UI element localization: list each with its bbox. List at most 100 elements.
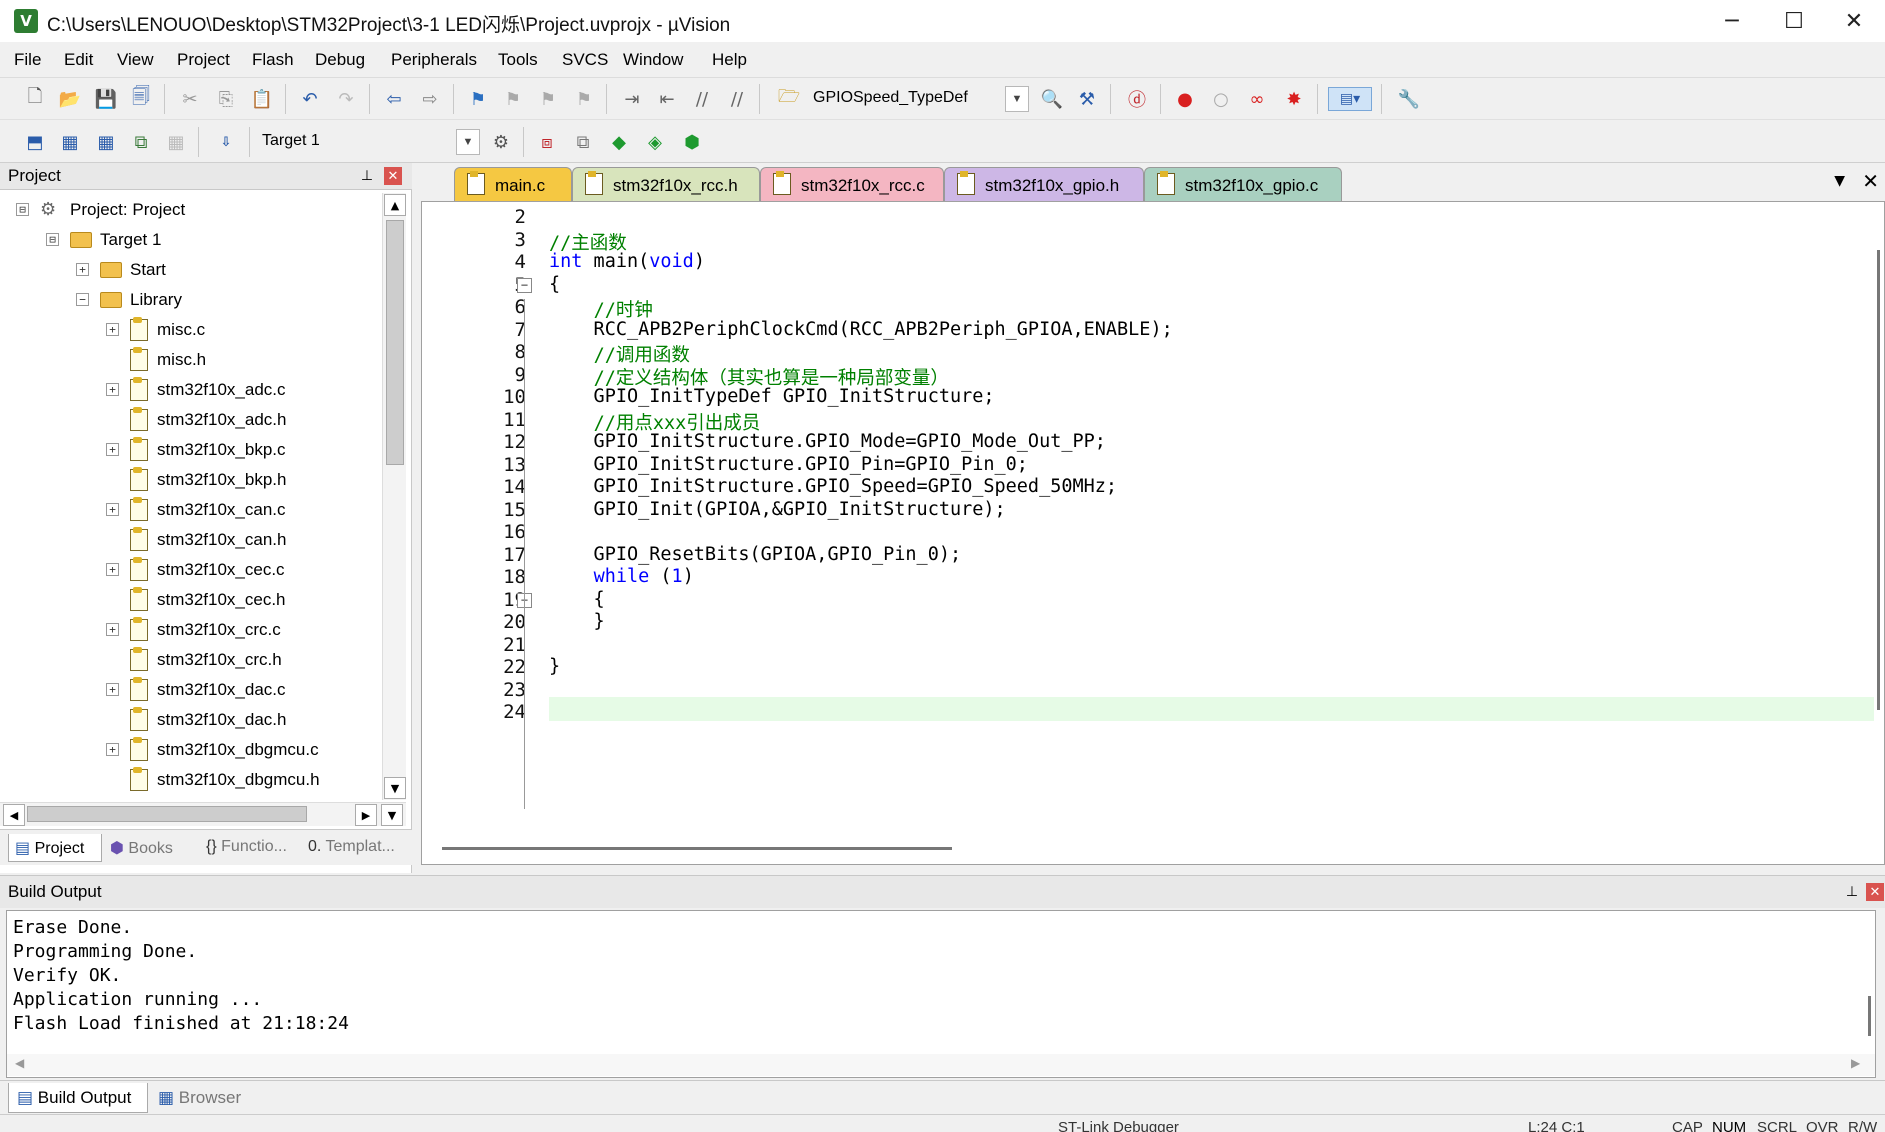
undo-icon[interactable]: ↶ [298, 87, 322, 111]
unindent-icon[interactable]: ⇤ [655, 87, 679, 111]
menu-project[interactable]: Project [177, 50, 230, 70]
expand-icon[interactable]: + [106, 563, 119, 576]
close-tab-icon[interactable]: ✕ [1862, 169, 1879, 193]
tab-stm32f10x-gpio-c[interactable]: stm32f10x_gpio.c [1144, 167, 1342, 201]
tree-item[interactable]: + stm32f10x_dac.c [106, 675, 286, 705]
pack-installer-icon[interactable]: ◈ [643, 130, 667, 154]
tree-item[interactable]: + stm32f10x_cec.c [106, 555, 285, 585]
select-packs-icon[interactable]: ⧉ [571, 130, 595, 154]
tab-stm32f10x-rcc-h[interactable]: stm32f10x_rcc.h [572, 167, 760, 201]
cut-icon[interactable]: ✂ [178, 87, 202, 111]
expand-icon[interactable]: + [106, 683, 119, 696]
window-layout-icon[interactable]: ▤▾ [1328, 87, 1372, 111]
tab-list-dropdown-icon[interactable]: ▼ [1834, 173, 1845, 189]
menu-peripherals[interactable]: Peripherals [391, 50, 477, 70]
disable-breakpoints-icon[interactable]: ∞ [1245, 87, 1269, 111]
menu-flash[interactable]: Flash [252, 50, 294, 70]
tab-main-c[interactable]: main.c [454, 167, 572, 201]
collapse-icon[interactable]: ⊟ [16, 203, 29, 216]
collapse-icon[interactable]: ⊟ [46, 233, 59, 246]
menu-window[interactable]: Window [623, 50, 683, 70]
scroll-thumb[interactable] [386, 220, 404, 465]
scroll-right-icon[interactable]: ▶ [1851, 1056, 1860, 1070]
pin-icon[interactable]: ⊥ [1843, 883, 1861, 901]
save-icon[interactable]: 💾 [94, 87, 118, 111]
find-combo-dropdown[interactable]: ▼ [1005, 86, 1029, 112]
tree-item[interactable]: + Start [76, 255, 166, 285]
target-combo-dropdown[interactable]: ▼ [456, 129, 480, 155]
rebuild-icon[interactable]: ▦ [94, 130, 118, 154]
scroll-down-icon[interactable]: ▼ [384, 777, 406, 799]
save-all-icon[interactable]: 🗐 [129, 86, 153, 111]
prev-bookmark-icon[interactable]: ⚑ [501, 87, 525, 111]
scroll-up-icon[interactable]: ▲ [384, 194, 406, 216]
find-icon[interactable]: 🔍 [1040, 87, 1064, 111]
navigate-forward-icon[interactable]: ⇨ [418, 87, 442, 111]
next-bookmark-icon[interactable]: ⚑ [536, 87, 560, 111]
tree-item[interactable]: stm32f10x_crc.h [130, 645, 282, 675]
download-load-icon[interactable]: ⇩ [214, 130, 238, 154]
menu-debug[interactable]: Debug [315, 50, 365, 70]
manage-runtime-icon[interactable]: ◆ [607, 130, 631, 154]
expand-icon[interactable]: + [106, 383, 119, 396]
menu-tools[interactable]: Tools [498, 50, 538, 70]
expand-icon[interactable]: + [76, 263, 89, 276]
tree-item[interactable]: stm32f10x_dbgmcu.h [130, 765, 320, 795]
tree-item[interactable]: − Library [76, 285, 182, 315]
target-options-icon[interactable]: ⚙ [489, 130, 513, 154]
tree-item[interactable]: + stm32f10x_dbgmcu.c [106, 735, 319, 765]
target-combo[interactable]: Target 1 [256, 129, 480, 155]
find-in-files-icon[interactable]: 🗁 [777, 86, 801, 111]
close-build-output-button[interactable]: ✕ [1866, 883, 1884, 901]
collapse-icon[interactable]: − [76, 293, 89, 306]
minimize-button[interactable]: ─ [1701, 0, 1763, 42]
scroll-left-icon[interactable]: ◀ [3, 804, 25, 826]
tree-item[interactable]: ⊟ ⚙ Project: Project [16, 195, 185, 225]
bookmark-icon[interactable]: ⚑ [466, 87, 490, 111]
tab-stm32f10x-gpio-h[interactable]: stm32f10x_gpio.h [944, 167, 1144, 201]
tree-item[interactable]: + misc.c [106, 315, 205, 345]
code-content[interactable]: //主函数 int main(void){ //时钟 RCC_APB2Periph… [549, 202, 1879, 827]
clear-bookmarks-icon[interactable]: ⚑ [572, 87, 596, 111]
configure-icon[interactable]: 🔧 [1397, 87, 1421, 111]
tab-browser[interactable]: ▦ Browser [150, 1083, 254, 1113]
tree-item[interactable]: stm32f10x_cec.h [130, 585, 286, 615]
menu-view[interactable]: View [117, 50, 154, 70]
redo-icon[interactable]: ↷ [334, 87, 358, 111]
comment-icon[interactable]: // [690, 87, 714, 111]
build-output-text[interactable]: Erase Done. Programming Done. Verify OK.… [6, 910, 1876, 1078]
build-icon[interactable]: ▦ [58, 130, 82, 154]
tree-item[interactable]: + stm32f10x_can.c [106, 495, 286, 525]
scroll-left-icon[interactable]: ◀ [15, 1056, 24, 1070]
uncomment-icon[interactable]: // [725, 87, 749, 111]
tree-item[interactable]: + stm32f10x_crc.c [106, 615, 281, 645]
enable-breakpoint-icon[interactable]: ○ [1209, 87, 1233, 111]
menu-svcs[interactable]: SVCS [562, 50, 608, 70]
incremental-find-icon[interactable]: ⚒ [1075, 87, 1099, 111]
menu-help[interactable]: Help [712, 50, 747, 70]
find-combo[interactable]: GPIOSpeed_TypeDef [807, 86, 1033, 112]
close-panel-button[interactable]: ✕ [384, 167, 402, 185]
tree-item[interactable]: misc.h [130, 345, 206, 375]
expand-icon[interactable]: + [106, 323, 119, 336]
menu-file[interactable]: File [14, 50, 41, 70]
translate-icon[interactable]: ⬒ [23, 130, 47, 154]
close-window-button[interactable]: ✕ [1823, 0, 1885, 42]
build-horizontal-scrollbar[interactable]: ◀ ▶ [7, 1054, 1875, 1076]
stop-build-icon[interactable]: ▦ [164, 130, 188, 154]
tree-item[interactable]: + stm32f10x_bkp.c [106, 435, 286, 465]
tab-books[interactable]: ⬢ Books [104, 834, 198, 862]
software-packs-icon[interactable]: ⬢ [680, 130, 704, 154]
maximize-button[interactable]: ☐ [1763, 0, 1825, 42]
tab-stm32f10x-rcc-c[interactable]: stm32f10x_rcc.c [760, 167, 944, 201]
hscroll-thumb[interactable] [27, 806, 307, 822]
tab-build-output[interactable]: ▤ Build Output [8, 1083, 148, 1113]
expand-icon[interactable]: + [106, 623, 119, 636]
paste-icon[interactable]: 📋 [250, 87, 274, 111]
menu-edit[interactable]: Edit [64, 50, 93, 70]
insert-breakpoint-icon[interactable]: ● [1173, 87, 1197, 111]
new-file-icon[interactable]: 🗋 [23, 86, 47, 111]
batch-build-icon[interactable]: ⧉ [129, 130, 153, 154]
code-editor[interactable]: 2345−678910111213141516171819−2021222324… [421, 201, 1885, 865]
open-file-icon[interactable]: 📂 [58, 87, 82, 111]
